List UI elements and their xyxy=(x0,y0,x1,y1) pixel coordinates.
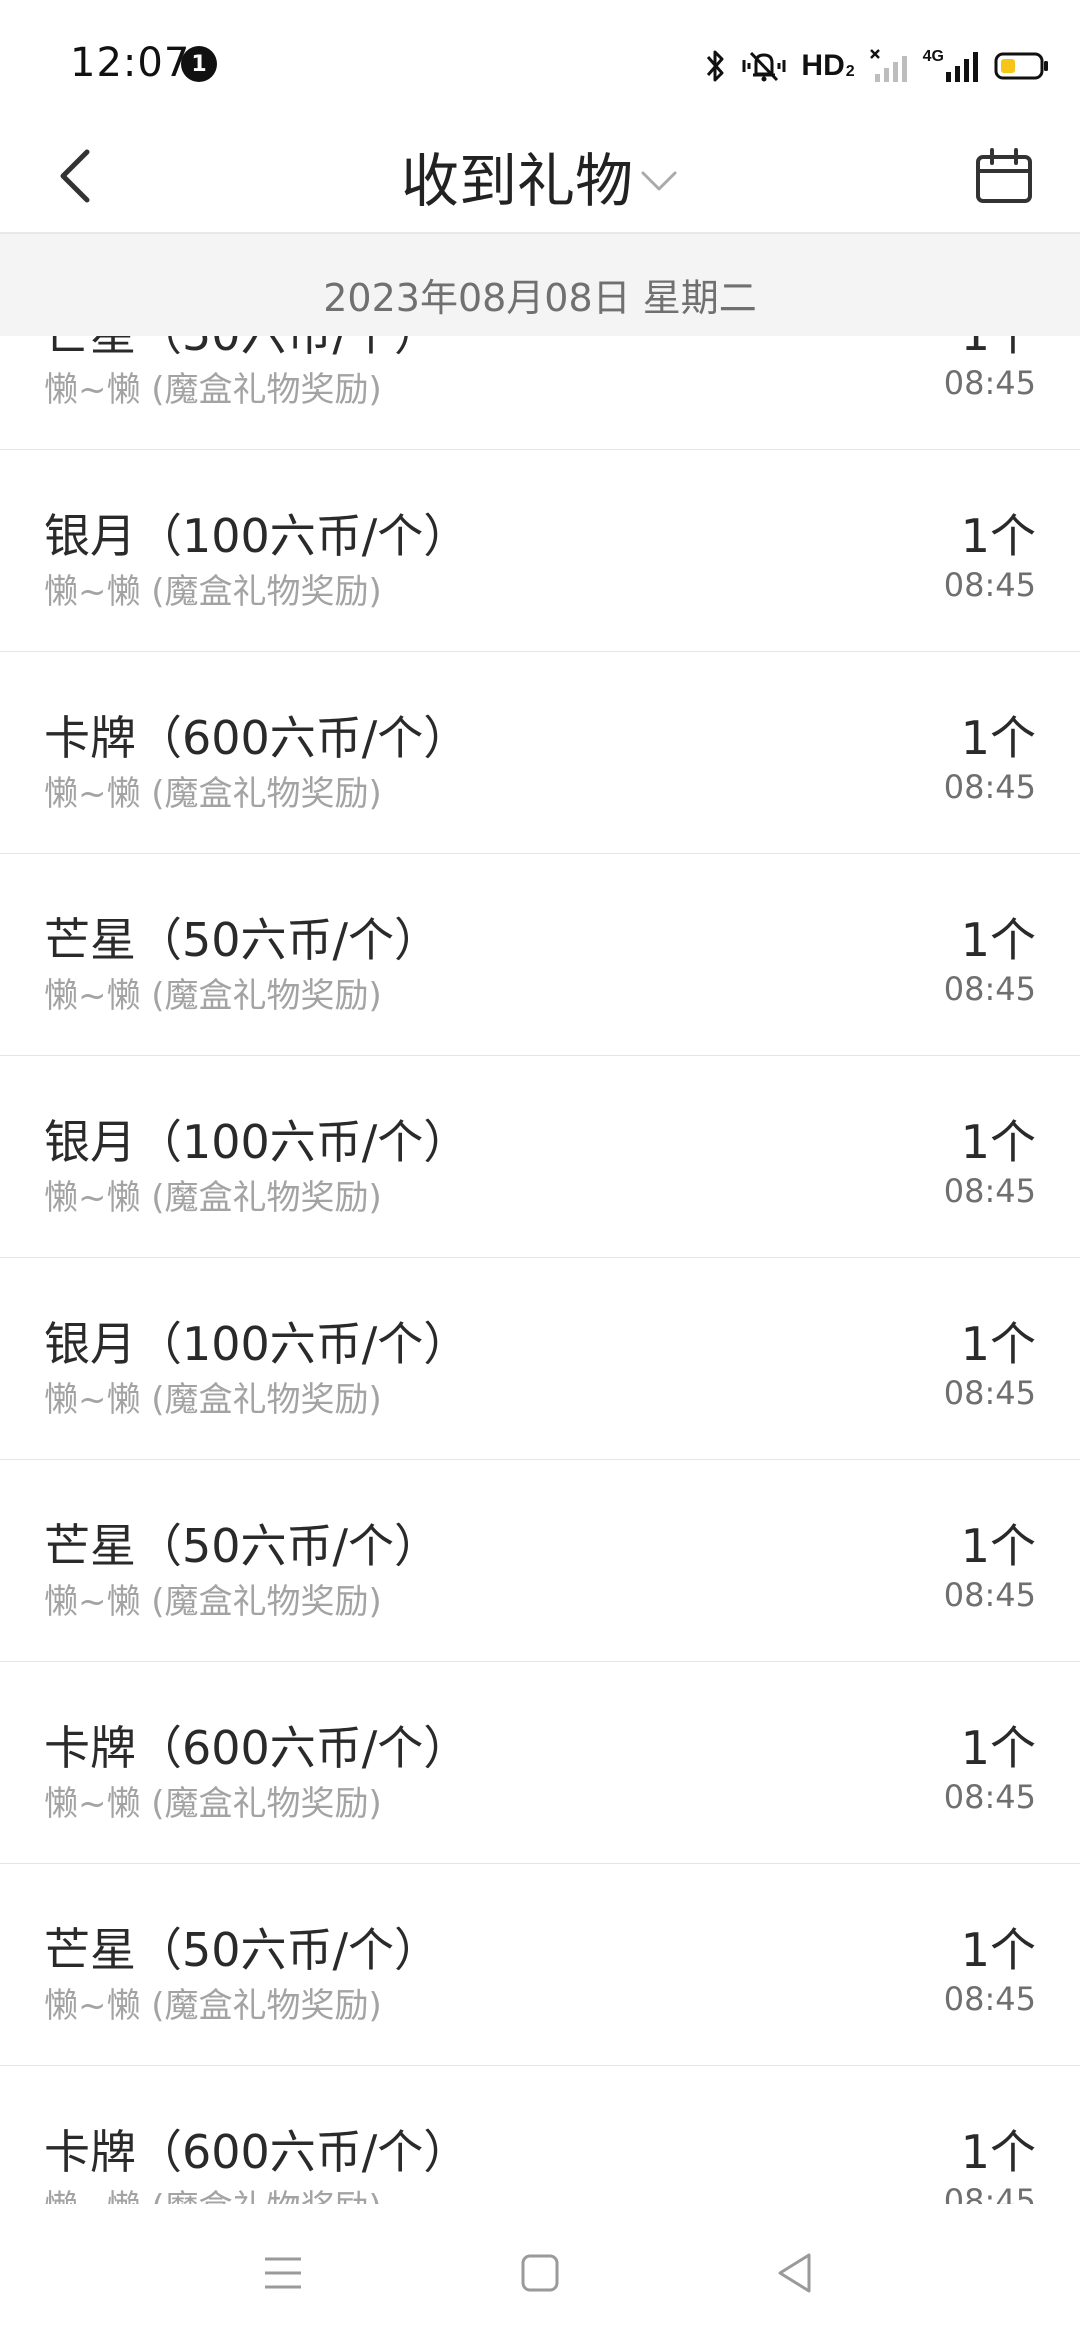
status-bar: 12:07 1 HD 2 4G xyxy=(0,0,1080,120)
gift-name: 卡牌（600六币/个） xyxy=(44,1721,470,1775)
gift-count: 1个 xyxy=(960,334,1036,361)
gift-list-item[interactable]: 卡牌（600六币/个） 懒~懒 (魔盒礼物奖励) 1个08:45 xyxy=(0,1662,1080,1864)
gift-name: 芒星（50六币/个） xyxy=(44,1519,441,1573)
page-title: 收到礼物 xyxy=(400,147,633,215)
gift-name: 卡牌（600六币/个） xyxy=(44,711,470,765)
gift-count: 1个 xyxy=(960,509,1036,563)
title-bar: 收到礼物 xyxy=(0,120,1080,232)
gift-count: 1个 xyxy=(960,1317,1036,1371)
gift-time: 08:45 xyxy=(943,1576,1036,1614)
hd-label: HD xyxy=(801,49,845,82)
gift-name: 银月（100六币/个） xyxy=(44,509,470,563)
gift-time: 08:45 xyxy=(943,768,1036,806)
date-header-text: 2023年08月08日 星期二 xyxy=(323,275,757,320)
gift-sender: 懒~懒 (魔盒礼物奖励) xyxy=(44,370,382,410)
gift-count: 1个 xyxy=(960,1923,1036,1977)
gift-list-item[interactable]: 芒星（50六币/个） 懒~懒 (魔盒礼物奖励) 1个 08:45 xyxy=(0,1864,1080,2066)
gift-list-item[interactable]: 银月（100六币/个） 懒~懒 (魔盒礼物奖励) 1个 08:45 xyxy=(0,1056,1080,1258)
gift-sender: 懒~懒 (魔盒礼物奖励) xyxy=(44,572,382,612)
status-time: 12:07 xyxy=(70,40,191,86)
nav-back-button[interactable] xyxy=(750,2228,840,2318)
gift-count: 1个 xyxy=(960,1519,1036,1573)
triangle-back-icon xyxy=(778,2253,811,2293)
gift-count: 1个 xyxy=(960,1721,1036,1775)
gift-name: 银月（100六币/个） xyxy=(44,1317,470,1371)
gift-list-scroll[interactable]: 芒星（50六币/个） 懒~懒 (魔盒礼物奖励) 1个 08:45 银月（100六币/个）… xyxy=(0,334,1080,2204)
gift-list-item[interactable]: 芒星（50六币/个） 懒~懒 (魔盒礼物奖励) 1个 08:45 xyxy=(0,1460,1080,1662)
gift-time: 08:45 xyxy=(943,2182,1036,2204)
status-icons: HD 2 4G xyxy=(705,44,1050,88)
gift-list-item[interactable]: 芒星（50六币/个） 懒~懒 (魔盒礼物奖励) 1个 08:45 xyxy=(0,334,1080,450)
app-root: 12:07 1 HD 2 4G 收到礼物 2023年08月08日 星期二 芒星（… xyxy=(0,0,1080,2340)
gift-sender: 懒~懒 (魔盒礼物奖励) xyxy=(44,976,382,1016)
gift-name: 芒星（50六币/个） xyxy=(44,334,441,361)
calendar-icon xyxy=(976,148,1032,203)
chevron-down-icon xyxy=(641,171,677,191)
gift-count: 1个 xyxy=(960,1115,1036,1169)
gift-time: 08:45 xyxy=(943,1778,1036,1816)
calendar-button[interactable] xyxy=(964,136,1044,216)
gift-time: 08:45 xyxy=(943,970,1036,1008)
hd-sub-label: 2 xyxy=(845,63,855,80)
gift-name: 卡牌（600六币/个） xyxy=(44,2125,470,2179)
gift-sender: 懒~懒 (魔盒礼物奖励) xyxy=(44,1986,382,2026)
gift-sender: 懒~懒 (魔盒礼物奖励) xyxy=(44,1582,382,1622)
gift-list-item[interactable]: 银月（100六币/个） 懒~懒 (魔盒礼物奖励) 1个 08:45 xyxy=(0,450,1080,652)
gift-sender: 懒~懒 (魔盒礼物奖励) xyxy=(44,2180,382,2204)
menu-icon xyxy=(265,2257,301,2289)
gift-count: 1个 xyxy=(960,2125,1036,2179)
gift-list-item[interactable]: 卡牌（600六币/个）懒~懒 (魔盒礼物奖励) 1个 08:45 xyxy=(0,2066,1080,2204)
mute-vibrate-icon xyxy=(742,51,786,82)
gift-list-item[interactable]: 芒星（50六币/个） 懒~懒 (魔盒礼物奖励) 1个 08:45 xyxy=(0,854,1080,1056)
battery-icon xyxy=(994,52,1048,80)
gift-list-item[interactable]: 卡牌（600六币/个） 懒~懒 (魔盒礼物奖励) 1个08:45 xyxy=(0,652,1080,854)
gift-sender: 懒~懒 (魔盒礼物奖励) xyxy=(44,1178,382,1218)
date-section-header: 2023年08月08日 星期二 xyxy=(0,232,1080,336)
gift-list: 芒星（50六币/个） 懒~懒 (魔盒礼物奖励) 1个 08:45 银月（100六币/个）… xyxy=(0,334,1080,2204)
gift-count: 1个 xyxy=(960,913,1036,967)
gift-time: 08:45 xyxy=(943,1374,1036,1412)
gift-sender: 懒~懒 (魔盒礼物奖励) xyxy=(44,774,382,814)
gift-name: 芒星（50六币/个） xyxy=(44,913,441,967)
notification-badge: 1 xyxy=(181,46,217,82)
network-type-label: 4G xyxy=(922,48,944,65)
bluetooth-icon xyxy=(707,50,724,82)
gift-count: 1个 xyxy=(960,711,1036,765)
gift-sender: 懒~懒 (魔盒礼物奖励) xyxy=(44,1784,382,1824)
gift-time: 08:45 xyxy=(943,1980,1036,2018)
gift-sender: 懒~懒 (魔盒礼物奖励) xyxy=(44,1380,382,1420)
nav-home-button[interactable] xyxy=(495,2228,585,2318)
title-dropdown[interactable]: 收到礼物 xyxy=(0,120,1080,232)
nav-menu-button[interactable] xyxy=(238,2228,328,2318)
gift-list-item[interactable]: 银月（100六币/个） 懒~懒 (魔盒礼物奖励) 1个 08:45 xyxy=(0,1258,1080,1460)
system-nav-bar xyxy=(0,2204,1080,2340)
signal-x-icon xyxy=(869,49,907,82)
gift-time: 08:45 xyxy=(943,364,1036,402)
gift-name: 银月（100六币/个） xyxy=(44,1115,470,1169)
gift-name: 芒星（50六币/个） xyxy=(44,1923,441,1977)
gift-time: 08:45 xyxy=(943,566,1036,604)
signal-bars-icon xyxy=(946,52,978,82)
network-4g-indicator: 4G xyxy=(923,48,980,84)
hd-indicator: HD 2 xyxy=(801,49,854,83)
gift-time: 08:45 xyxy=(943,1172,1036,1210)
home-square-icon xyxy=(521,2254,559,2292)
